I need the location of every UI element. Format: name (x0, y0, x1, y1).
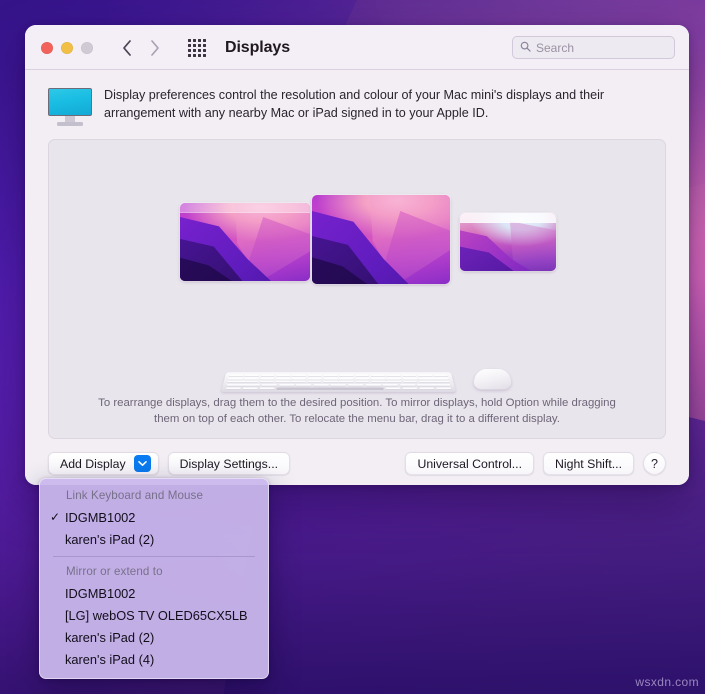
universal-control-button[interactable]: Universal Control... (405, 452, 534, 475)
back-arrow-icon[interactable] (121, 39, 133, 57)
menu-item-link-idgmb1002[interactable]: ✓ IDGMB1002 (40, 506, 268, 528)
menu-item-label: IDGMB1002 (65, 510, 256, 525)
window-content: Display preferences control the resoluti… (25, 70, 689, 485)
display-arrangement-panel[interactable]: To rearrange displays, drag them to the … (48, 139, 666, 439)
search-input[interactable] (536, 41, 667, 55)
close-window-button[interactable] (41, 42, 53, 54)
menu-item-label: IDGMB1002 (65, 586, 256, 601)
add-display-dropdown-menu[interactable]: Link Keyboard and Mouse ✓ IDGMB1002 kare… (39, 478, 269, 679)
menu-item-label: [LG] webOS TV OLED65CX5LB (65, 608, 256, 623)
displays-preferences-window: Displays Display preferences control the… (25, 25, 689, 485)
menu-section-header-link: Link Keyboard and Mouse (40, 486, 268, 506)
menu-section-header-mirror: Mirror or extend to (40, 562, 268, 582)
page-title: Displays (225, 39, 290, 57)
add-display-label: Add Display (60, 457, 126, 471)
toolbar-button-row: Add Display Display Settings... Universa… (48, 439, 666, 475)
display-thumbnail-3[interactable] (460, 213, 556, 271)
display-thumbnail-2[interactable] (312, 195, 450, 284)
arrangement-hint-text: To rearrange displays, drag them to the … (49, 395, 665, 427)
menu-item-mirror-idgmb1002[interactable]: IDGMB1002 (40, 582, 268, 604)
description-row: Display preferences control the resoluti… (48, 84, 666, 139)
displays-stage (49, 140, 665, 362)
window-titlebar: Displays (25, 25, 689, 70)
zoom-window-button[interactable] (81, 42, 93, 54)
desktop-wallpaper: Displays Display preferences control the… (0, 0, 705, 694)
watermark-text: wsxdn.com (635, 675, 699, 689)
description-text: Display preferences control the resoluti… (104, 86, 666, 122)
display-monitor-icon (48, 88, 92, 128)
menu-bar-indicator[interactable] (180, 203, 310, 213)
menu-bar-indicator[interactable] (460, 213, 556, 223)
forward-arrow-icon[interactable] (149, 39, 161, 57)
traffic-light-group (41, 42, 93, 54)
menu-item-label: karen's iPad (2) (65, 630, 256, 645)
menu-item-link-karens-ipad-2[interactable]: karen's iPad (2) (40, 528, 268, 550)
menu-divider (53, 556, 255, 557)
search-field[interactable] (512, 36, 675, 59)
menu-item-label: karen's iPad (2) (65, 532, 256, 547)
keyboard-illustration (221, 372, 456, 392)
night-shift-button[interactable]: Night Shift... (543, 452, 634, 475)
show-all-grid-icon[interactable] (188, 39, 206, 57)
menu-item-mirror-karens-ipad-4[interactable]: karen's iPad (4) (40, 648, 268, 670)
display-thumbnail-1[interactable] (180, 203, 310, 281)
help-button[interactable]: ? (643, 452, 666, 475)
menu-item-label: karen's iPad (4) (65, 652, 256, 667)
navigation-arrows (121, 39, 161, 57)
add-display-button[interactable]: Add Display (48, 452, 159, 475)
input-devices-illustration (49, 362, 665, 398)
chevron-down-icon[interactable] (134, 455, 151, 472)
minimize-window-button[interactable] (61, 42, 73, 54)
check-icon: ✓ (50, 511, 65, 523)
menu-item-mirror-lg-webos-tv[interactable]: [LG] webOS TV OLED65CX5LB (40, 604, 268, 626)
search-icon (520, 39, 531, 57)
menu-item-mirror-karens-ipad-2[interactable]: karen's iPad (2) (40, 626, 268, 648)
mouse-illustration (474, 369, 512, 389)
display-settings-button[interactable]: Display Settings... (168, 452, 290, 475)
